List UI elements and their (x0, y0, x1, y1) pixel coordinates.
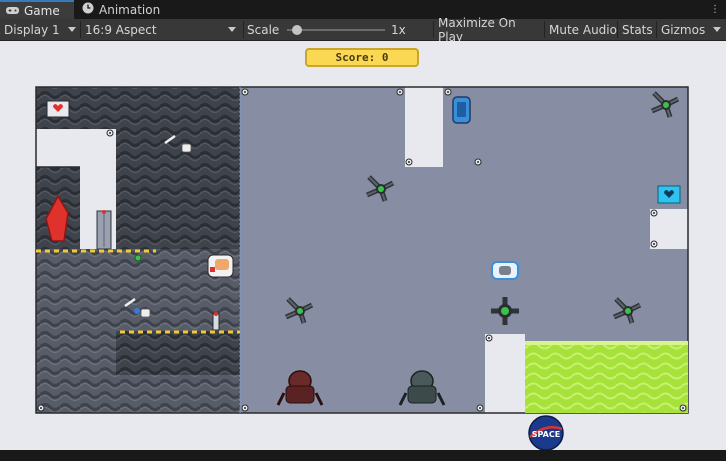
window-bottom-edge (0, 450, 726, 461)
gizmos-dropdown[interactable]: Gizmos (657, 19, 726, 40)
tab-animation-label: Animation (99, 2, 161, 17)
mute-audio-label: Mute Audio (549, 22, 617, 37)
scale-value: 1x (391, 22, 406, 37)
score-text: Score: 0 (335, 51, 389, 64)
aspect-dropdown[interactable]: 16:9 Aspect (81, 19, 243, 40)
scale-slider-thumb[interactable] (291, 25, 302, 35)
clock-icon (82, 2, 94, 17)
maximize-on-play-label: Maximize On Play (438, 15, 516, 44)
game-scene: SPACE (0, 41, 726, 450)
game-viewport[interactable]: SPACE Score: 0 (0, 41, 726, 450)
stats-button[interactable]: Stats (618, 19, 656, 40)
stats-label: Stats (622, 22, 653, 37)
chevron-down-icon (713, 27, 721, 32)
aspect-label: 16:9 Aspect (85, 22, 157, 37)
mute-audio-button[interactable]: Mute Audio (545, 19, 617, 40)
gamepad-icon (6, 4, 19, 18)
more-options-icon[interactable]: ⋮ (710, 4, 720, 15)
scale-slider-track[interactable] (287, 25, 385, 35)
tab-animation[interactable]: Animation (82, 0, 172, 19)
display-dropdown[interactable]: Display 1 (0, 19, 80, 40)
display-label: Display 1 (4, 22, 60, 37)
scale-label: Scale (247, 22, 280, 37)
gizmos-label: Gizmos (661, 22, 706, 37)
tab-game[interactable]: Game (0, 0, 74, 19)
score-display: Score: 0 (305, 48, 419, 67)
tab-game-label: Game (24, 3, 60, 18)
game-view-toolbar: Display 1 16:9 Aspect Scale 1x Maximize … (0, 16, 726, 44)
scale-control: Scale 1x (243, 19, 433, 40)
chevron-down-icon (68, 27, 76, 32)
space-logo-text: SPACE (532, 430, 560, 439)
editor-tab-bar: Game Animation ⋮ (0, 0, 726, 19)
chevron-down-icon (228, 27, 236, 32)
maximize-on-play-button[interactable]: Maximize On Play (434, 16, 544, 44)
